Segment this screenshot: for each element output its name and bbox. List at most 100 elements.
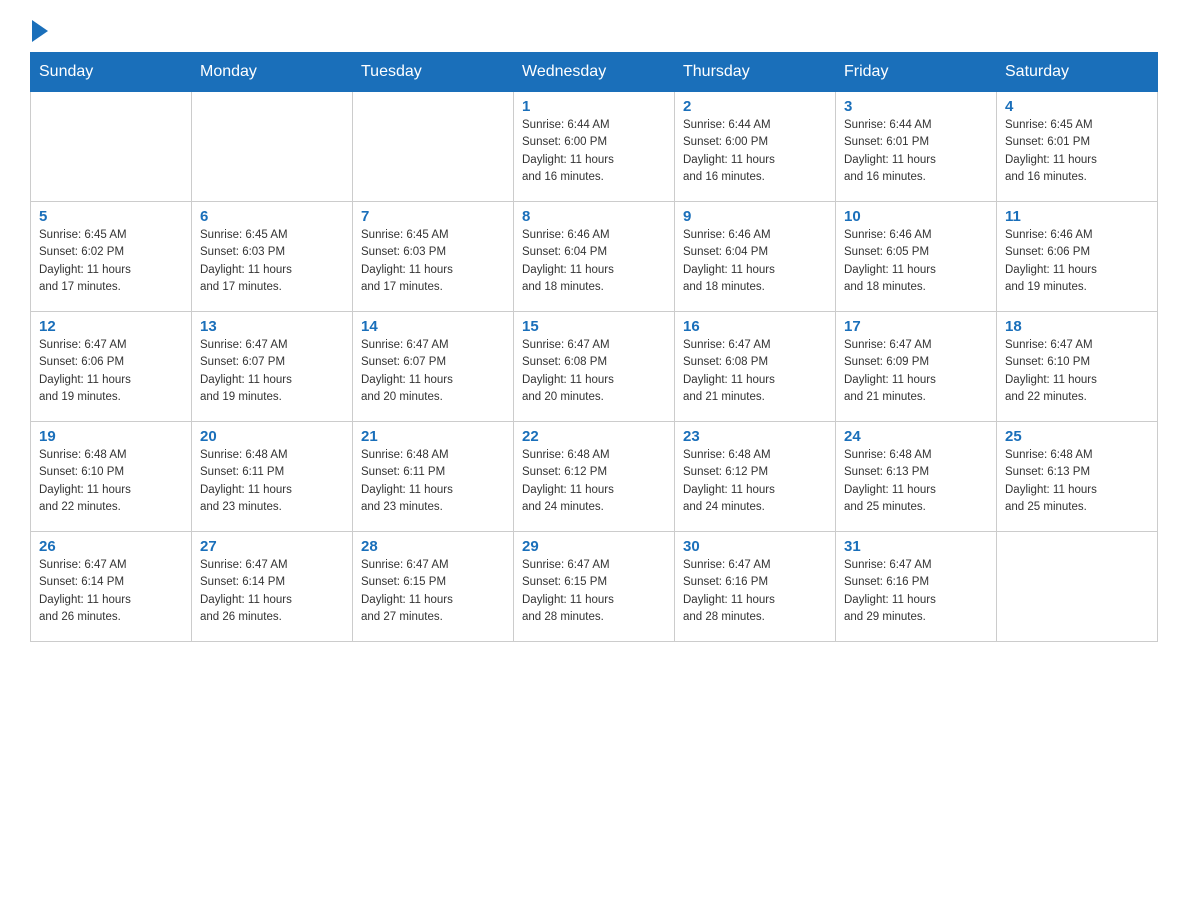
calendar-week-row: 1 Sunrise: 6:44 AMSunset: 6:00 PMDaylight… (31, 92, 1158, 202)
calendar-header-sunday: Sunday (31, 53, 192, 92)
day-info: Sunrise: 6:44 AMSunset: 6:00 PMDaylight:… (522, 117, 666, 186)
logo-triangle-icon (32, 20, 48, 42)
calendar-cell: 29 Sunrise: 6:47 AMSunset: 6:15 PMDayligh… (514, 532, 675, 642)
calendar-cell: 11 Sunrise: 6:46 AMSunset: 6:06 PMDayligh… (997, 202, 1158, 312)
day-number: 15 (522, 318, 666, 335)
day-number: 12 (39, 318, 183, 335)
day-info: Sunrise: 6:44 AMSunset: 6:01 PMDaylight:… (844, 117, 988, 186)
day-info: Sunrise: 6:47 AMSunset: 6:09 PMDaylight:… (844, 337, 988, 406)
day-info: Sunrise: 6:48 AMSunset: 6:13 PMDaylight:… (844, 447, 988, 516)
day-number: 23 (683, 428, 827, 445)
day-info: Sunrise: 6:47 AMSunset: 6:07 PMDaylight:… (200, 337, 344, 406)
calendar-cell: 15 Sunrise: 6:47 AMSunset: 6:08 PMDayligh… (514, 312, 675, 422)
logo (30, 20, 48, 42)
calendar-cell: 16Sunrise: 6:47 AMSunset: 6:08 PMDayligh… (675, 312, 836, 422)
day-info: Sunrise: 6:46 AMSunset: 6:06 PMDaylight:… (1005, 227, 1149, 296)
calendar-cell: 2 Sunrise: 6:44 AMSunset: 6:00 PMDaylight… (675, 92, 836, 202)
calendar-week-row: 19 Sunrise: 6:48 AMSunset: 6:10 PMDayligh… (31, 422, 1158, 532)
day-info: Sunrise: 6:45 AMSunset: 6:03 PMDaylight:… (361, 227, 505, 296)
day-number: 10 (844, 208, 988, 225)
day-info: Sunrise: 6:47 AMSunset: 6:06 PMDaylight:… (39, 337, 183, 406)
calendar-cell (31, 92, 192, 202)
day-number: 19 (39, 428, 183, 445)
day-number: 8 (522, 208, 666, 225)
day-number: 25 (1005, 428, 1149, 445)
day-number: 13 (200, 318, 344, 335)
calendar-cell: 7 Sunrise: 6:45 AMSunset: 6:03 PMDaylight… (353, 202, 514, 312)
day-info: Sunrise: 6:48 AMSunset: 6:11 PMDaylight:… (361, 447, 505, 516)
calendar-cell: 8 Sunrise: 6:46 AMSunset: 6:04 PMDaylight… (514, 202, 675, 312)
day-number: 11 (1005, 208, 1149, 225)
day-number: 24 (844, 428, 988, 445)
calendar-cell: 17 Sunrise: 6:47 AMSunset: 6:09 PMDayligh… (836, 312, 997, 422)
day-number: 27 (200, 538, 344, 555)
calendar-cell: 23 Sunrise: 6:48 AMSunset: 6:12 PMDayligh… (675, 422, 836, 532)
day-info: Sunrise: 6:45 AMSunset: 6:01 PMDaylight:… (1005, 117, 1149, 186)
day-number: 29 (522, 538, 666, 555)
day-number: 5 (39, 208, 183, 225)
calendar-cell: 30Sunrise: 6:47 AMSunset: 6:16 PMDayligh… (675, 532, 836, 642)
day-info: Sunrise: 6:47 AMSunset: 6:07 PMDaylight:… (361, 337, 505, 406)
day-number: 9 (683, 208, 827, 225)
day-info: Sunrise: 6:48 AMSunset: 6:13 PMDaylight:… (1005, 447, 1149, 516)
calendar-header-row: SundayMondayTuesdayWednesdayThursdayFrid… (31, 53, 1158, 92)
day-info: Sunrise: 6:48 AMSunset: 6:12 PMDaylight:… (522, 447, 666, 516)
calendar-week-row: 12 Sunrise: 6:47 AMSunset: 6:06 PMDayligh… (31, 312, 1158, 422)
calendar-cell: 6 Sunrise: 6:45 AMSunset: 6:03 PMDaylight… (192, 202, 353, 312)
day-info: Sunrise: 6:45 AMSunset: 6:02 PMDaylight:… (39, 227, 183, 296)
day-info: Sunrise: 6:48 AMSunset: 6:12 PMDaylight:… (683, 447, 827, 516)
calendar-header-friday: Friday (836, 53, 997, 92)
day-info: Sunrise: 6:47 AMSunset: 6:08 PMDaylight:… (522, 337, 666, 406)
calendar-cell: 26 Sunrise: 6:47 AMSunset: 6:14 PMDayligh… (31, 532, 192, 642)
calendar-header-monday: Monday (192, 53, 353, 92)
day-info: Sunrise: 6:47 AMSunset: 6:14 PMDaylight:… (39, 557, 183, 626)
day-info: Sunrise: 6:47 AMSunset: 6:15 PMDaylight:… (361, 557, 505, 626)
calendar-cell: 3 Sunrise: 6:44 AMSunset: 6:01 PMDaylight… (836, 92, 997, 202)
day-number: 26 (39, 538, 183, 555)
day-number: 22 (522, 428, 666, 445)
day-number: 18 (1005, 318, 1149, 335)
day-info: Sunrise: 6:46 AMSunset: 6:04 PMDaylight:… (683, 227, 827, 296)
day-number: 2 (683, 98, 827, 115)
calendar-cell: 28Sunrise: 6:47 AMSunset: 6:15 PMDayligh… (353, 532, 514, 642)
day-info: Sunrise: 6:47 AMSunset: 6:14 PMDaylight:… (200, 557, 344, 626)
day-info: Sunrise: 6:47 AMSunset: 6:16 PMDaylight:… (683, 557, 827, 626)
day-number: 14 (361, 318, 505, 335)
day-number: 17 (844, 318, 988, 335)
day-info: Sunrise: 6:45 AMSunset: 6:03 PMDaylight:… (200, 227, 344, 296)
calendar-cell: 1 Sunrise: 6:44 AMSunset: 6:00 PMDaylight… (514, 92, 675, 202)
day-number: 31 (844, 538, 988, 555)
calendar-cell (997, 532, 1158, 642)
calendar-cell: 27 Sunrise: 6:47 AMSunset: 6:14 PMDayligh… (192, 532, 353, 642)
calendar-header-saturday: Saturday (997, 53, 1158, 92)
calendar-cell: 4Sunrise: 6:45 AMSunset: 6:01 PMDaylight… (997, 92, 1158, 202)
calendar-header-thursday: Thursday (675, 53, 836, 92)
calendar-table: SundayMondayTuesdayWednesdayThursdayFrid… (30, 52, 1158, 642)
calendar-week-row: 5 Sunrise: 6:45 AMSunset: 6:02 PMDaylight… (31, 202, 1158, 312)
day-info: Sunrise: 6:47 AMSunset: 6:16 PMDaylight:… (844, 557, 988, 626)
day-number: 16 (683, 318, 827, 335)
day-info: Sunrise: 6:47 AMSunset: 6:15 PMDaylight:… (522, 557, 666, 626)
calendar-cell: 18Sunrise: 6:47 AMSunset: 6:10 PMDayligh… (997, 312, 1158, 422)
day-number: 1 (522, 98, 666, 115)
calendar-week-row: 26 Sunrise: 6:47 AMSunset: 6:14 PMDayligh… (31, 532, 1158, 642)
calendar-header-tuesday: Tuesday (353, 53, 514, 92)
day-number: 7 (361, 208, 505, 225)
calendar-cell (353, 92, 514, 202)
calendar-cell: 5 Sunrise: 6:45 AMSunset: 6:02 PMDaylight… (31, 202, 192, 312)
day-number: 3 (844, 98, 988, 115)
calendar-cell: 20Sunrise: 6:48 AMSunset: 6:11 PMDayligh… (192, 422, 353, 532)
calendar-cell: 24 Sunrise: 6:48 AMSunset: 6:13 PMDayligh… (836, 422, 997, 532)
calendar-cell: 19 Sunrise: 6:48 AMSunset: 6:10 PMDayligh… (31, 422, 192, 532)
calendar-header-wednesday: Wednesday (514, 53, 675, 92)
day-number: 21 (361, 428, 505, 445)
calendar-cell: 12 Sunrise: 6:47 AMSunset: 6:06 PMDayligh… (31, 312, 192, 422)
day-info: Sunrise: 6:48 AMSunset: 6:11 PMDaylight:… (200, 447, 344, 516)
day-info: Sunrise: 6:48 AMSunset: 6:10 PMDaylight:… (39, 447, 183, 516)
day-info: Sunrise: 6:44 AMSunset: 6:00 PMDaylight:… (683, 117, 827, 186)
calendar-cell: 13 Sunrise: 6:47 AMSunset: 6:07 PMDayligh… (192, 312, 353, 422)
calendar-cell: 9 Sunrise: 6:46 AMSunset: 6:04 PMDaylight… (675, 202, 836, 312)
calendar-cell: 22 Sunrise: 6:48 AMSunset: 6:12 PMDayligh… (514, 422, 675, 532)
day-number: 6 (200, 208, 344, 225)
day-info: Sunrise: 6:46 AMSunset: 6:04 PMDaylight:… (522, 227, 666, 296)
